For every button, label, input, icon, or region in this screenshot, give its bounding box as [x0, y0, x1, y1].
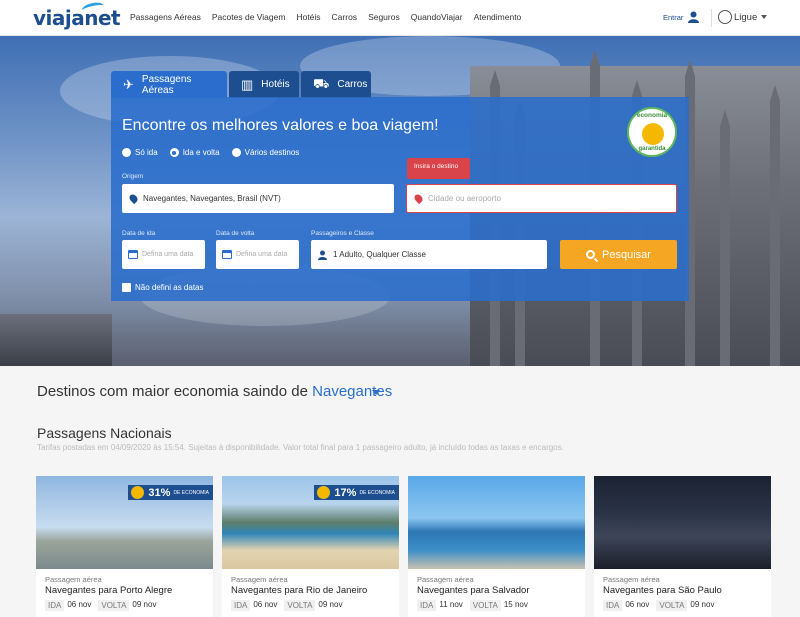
search-icon: [586, 250, 596, 259]
search-tabs: ✈ Passagens Aéreas ▥ Hotéis ⛟ Carros: [111, 71, 373, 98]
deal-card[interactable]: Passagem aérea Navegantes para São Paulo…: [594, 476, 771, 617]
viajanet-logo[interactable]: viajanet: [33, 0, 121, 30]
person-icon: [318, 250, 327, 260]
card-type: Passagem aérea: [231, 575, 288, 584]
nav-hoteis[interactable]: Hotéis: [296, 12, 320, 22]
flight-search-panel: Encontre os melhores valores e boa viage…: [111, 97, 689, 301]
destination-tooltip: Insira o destino: [407, 158, 470, 179]
card-dates: IDA 06 nov VOLTA 09 nov: [45, 600, 163, 611]
airplane-icon: ✈: [123, 76, 134, 92]
top-header: viajanet Passagens Aéreas Pacotes de Via…: [0, 0, 800, 36]
chevron-down-icon[interactable]: [372, 390, 380, 395]
location-pin-icon: [412, 192, 425, 205]
card-destination: Navegantes para Rio de Janeiro: [231, 585, 368, 596]
chevron-down-icon[interactable]: [761, 15, 767, 19]
destination-field[interactable]: Cidade ou aeroporto: [406, 184, 677, 213]
radio-varios-destinos[interactable]: Vários destinos: [231, 148, 299, 157]
phone-icon[interactable]: [718, 10, 732, 24]
ligue-menu[interactable]: Ligue: [734, 12, 757, 23]
depart-label: Data de ida: [122, 230, 156, 237]
card-type: Passagem aérea: [603, 575, 660, 584]
smile-icon: [642, 123, 664, 145]
card-type: Passagem aérea: [45, 575, 102, 584]
pesquisar-button[interactable]: Pesquisar: [560, 240, 677, 269]
card-destination: Navegantes para São Paulo: [603, 585, 722, 596]
salvador-image: [408, 476, 585, 569]
user-icon[interactable]: [688, 11, 699, 23]
economy-badge: 31% DE ECONOMIA: [128, 485, 213, 500]
fare-disclaimer: Tarifas postadas em 04/09/2020 às 15:54.…: [37, 443, 564, 452]
card-destination: Navegantes para Salvador: [417, 585, 530, 596]
main-nav: Passagens Aéreas Pacotes de Viagem Hotéi…: [130, 12, 532, 22]
entrar-link[interactable]: Entrar: [663, 13, 683, 22]
radio-so-ida[interactable]: Só ida: [122, 148, 158, 157]
smile-icon: [317, 486, 331, 499]
tab-passagens-aereas[interactable]: ✈ Passagens Aéreas: [111, 71, 227, 98]
return-label: Data de volta: [216, 230, 255, 237]
section-title: Passagens Nacionais: [37, 425, 172, 441]
tab-hoteis[interactable]: ▥ Hotéis: [229, 71, 299, 98]
header-divider: [711, 9, 712, 27]
nav-quandoviajar[interactable]: QuandoViajar: [411, 12, 463, 22]
card-type: Passagem aérea: [417, 575, 474, 584]
nav-carros[interactable]: Carros: [332, 12, 358, 22]
pax-label: Passageiros e Classe: [311, 230, 374, 237]
destinations-title: Destinos com maior economia saindo de Na…: [37, 383, 393, 400]
card-dates: IDA 11 nov VOLTA 15 nov: [417, 600, 535, 611]
calendar-icon: [222, 250, 232, 259]
origin-label: Origem: [122, 173, 144, 180]
passengers-class-field[interactable]: 1 Adulto, Qualquer Classe: [311, 240, 547, 269]
nav-atendimento[interactable]: Atendimento: [474, 12, 522, 22]
economy-badge: 17% DE ECONOMIA: [314, 485, 399, 500]
tab-carros[interactable]: ⛟ Carros: [301, 71, 371, 98]
nav-pacotes-de-viagem[interactable]: Pacotes de Viagem: [212, 12, 286, 22]
undefined-dates-checkbox[interactable]: Não defini as datas: [122, 283, 204, 292]
nav-seguros[interactable]: Seguros: [368, 12, 400, 22]
deal-card[interactable]: 17% DE ECONOMIA Passagem aérea Navegante…: [222, 476, 399, 617]
checkbox[interactable]: [122, 283, 131, 292]
radio-ida-e-volta[interactable]: Ida e volta: [169, 148, 220, 157]
return-date-field[interactable]: Defina uma data: [216, 240, 299, 269]
search-title: Encontre os melhores valores e boa viage…: [122, 117, 439, 134]
origin-city-selector[interactable]: Navegantes: [312, 383, 392, 400]
card-dates: IDA 06 nov VOLTA 09 nov: [603, 600, 721, 611]
smile-icon: [131, 486, 145, 499]
deal-card[interactable]: Passagem aérea Navegantes para Salvador …: [408, 476, 585, 617]
building-image: [0, 314, 112, 366]
card-dates: IDA 06 nov VOLTA 09 nov: [231, 600, 349, 611]
spire: [720, 110, 730, 366]
economia-garantida-badge: economia garantida: [627, 107, 677, 157]
depart-date-field[interactable]: Defina uma data: [122, 240, 205, 269]
origin-field[interactable]: Navegantes, Navegantes, Brasil (NVT): [122, 184, 394, 213]
deal-card[interactable]: 31% DE ECONOMIA Passagem aérea Navegante…: [36, 476, 213, 617]
trip-type-options: Só ida Ida e volta Vários destinos: [122, 148, 311, 157]
destination-cards: 31% DE ECONOMIA Passagem aérea Navegante…: [36, 476, 780, 617]
card-destination: Navegantes para Porto Alegre: [45, 585, 173, 596]
sao-paulo-image: [594, 476, 771, 569]
location-pin-icon: [127, 192, 140, 205]
hotel-icon: ▥: [241, 76, 254, 92]
nav-passagens-aereas[interactable]: Passagens Aéreas: [130, 12, 201, 22]
calendar-icon: [128, 250, 138, 259]
spire: [770, 85, 780, 366]
car-icon: ⛟: [313, 75, 330, 91]
